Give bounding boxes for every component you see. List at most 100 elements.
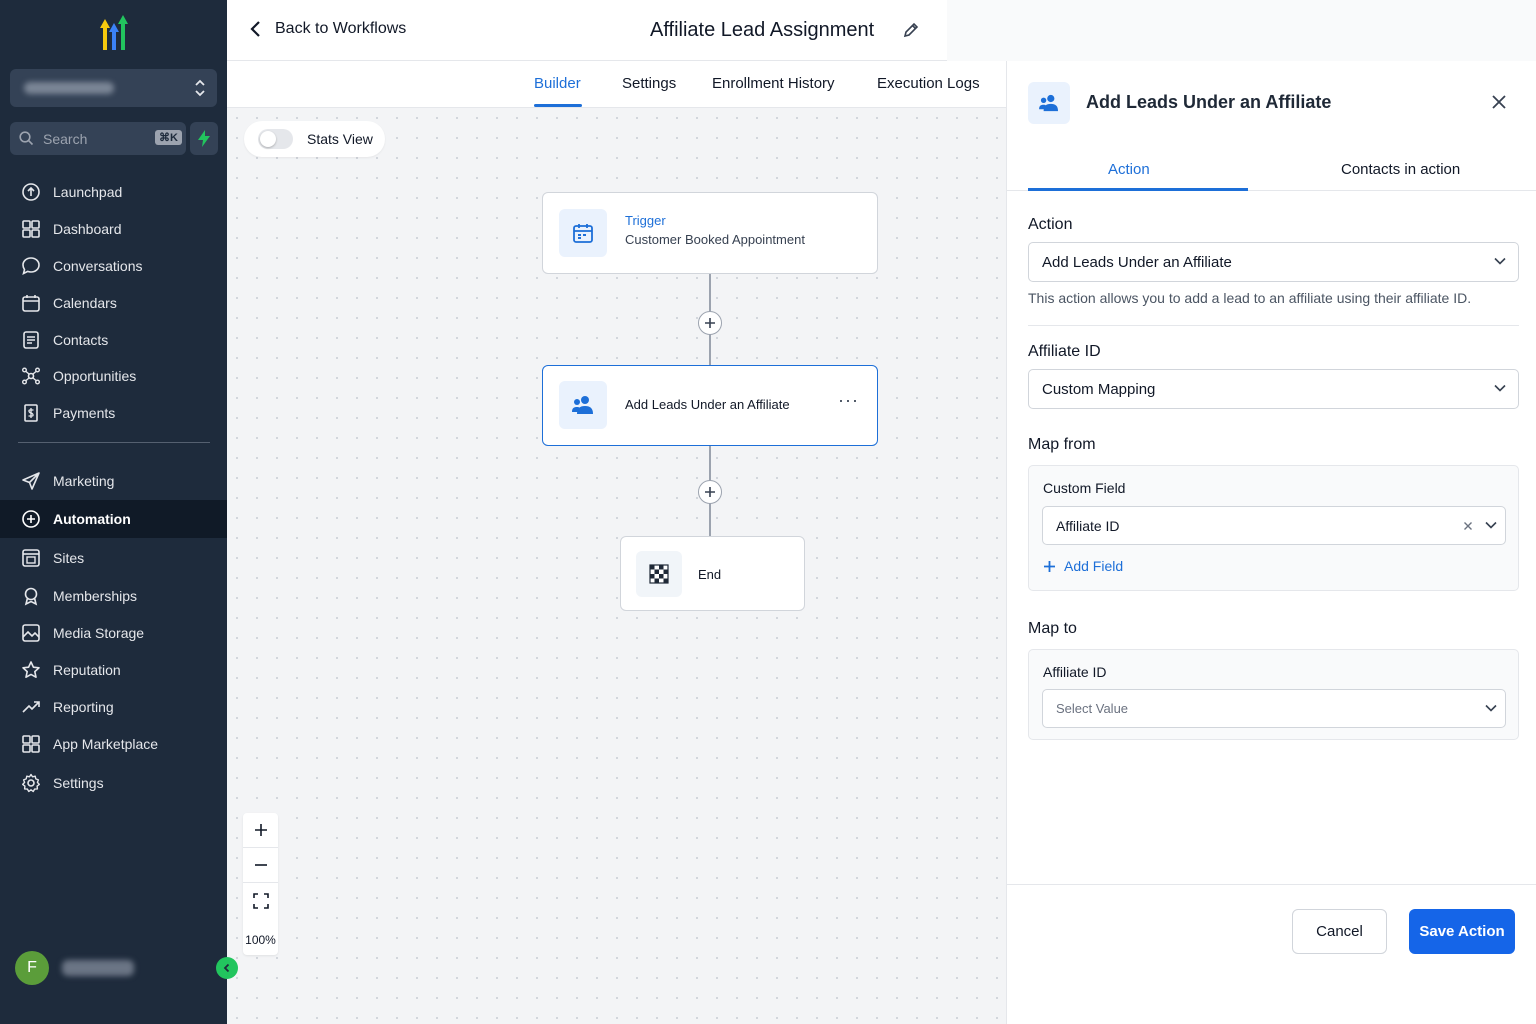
users-icon [559,381,607,429]
sidebar-item-label: Conversations [53,258,143,274]
action-node[interactable]: Add Leads Under an Affiliate ··· [542,365,878,446]
search-shortcut: ⌘K [155,130,182,145]
sidebar-item-memberships[interactable]: Memberships [0,577,227,615]
stats-view-label: Stats View [307,131,373,147]
map-to-select[interactable]: Select Value [1042,689,1506,728]
sidebar-item-media-storage[interactable]: Media Storage [0,614,227,652]
add-field-button[interactable]: Add Field [1043,558,1123,574]
active-tab-indicator [1028,188,1248,191]
tab-execution-logs[interactable]: Execution Logs [877,75,980,92]
sidebar-item-opportunities[interactable]: Opportunities [0,357,227,395]
tab-settings[interactable]: Settings [622,75,676,92]
quick-actions-button[interactable] [190,122,218,155]
sidebar-item-app-marketplace[interactable]: App Marketplace [0,725,227,763]
checkered-flag-icon [636,551,682,597]
minus-icon [254,864,267,866]
contacts-icon [23,331,39,349]
header: Back to Workflows Affiliate Lead Assignm… [227,0,947,61]
back-to-workflows-link[interactable]: Back to Workflows [249,20,406,38]
automation-icon [22,510,40,528]
plus-icon [254,824,267,836]
panel-title: Add Leads Under an Affiliate [1086,92,1332,112]
action-help-text: This action allows you to add a lead to … [1028,290,1472,306]
nav-divider [18,442,210,443]
tab-builder[interactable]: Builder [534,75,581,92]
launchpad-icon [22,183,40,201]
sidebar-item-reporting[interactable]: Reporting [0,688,227,726]
tab-action[interactable]: Action [1108,161,1150,178]
sidebar-item-launchpad[interactable]: Launchpad [0,173,227,211]
sidebar-item-reputation[interactable]: Reputation [0,651,227,689]
collapse-sidebar-button[interactable] [216,957,238,979]
account-switcher[interactable] [10,69,217,107]
image-icon [22,624,40,642]
map-to-box: Affiliate ID Select Value [1028,649,1519,740]
calendar-icon [559,209,607,257]
clear-icon[interactable] [1463,521,1473,531]
chevron-updown-icon [195,79,205,97]
trend-icon [22,701,40,713]
add-field-label: Add Field [1064,558,1124,574]
more-options-icon[interactable]: ··· [838,390,859,411]
action-select[interactable]: Add Leads Under an Affiliate [1028,242,1519,282]
gear-icon [22,773,40,793]
sidebar: Search ⌘K Launchpad Dashboard Conversation… [0,0,227,1024]
sidebar-item-label: Media Storage [53,625,145,641]
active-tab-indicator [534,104,582,107]
zoom-in-button[interactable] [243,813,278,848]
avatar[interactable]: F [15,951,49,985]
sidebar-item-label: Settings [53,775,104,791]
sidebar-item-conversations[interactable]: Conversations [0,247,227,285]
zoom-controls: 100% [243,813,278,955]
map-to-label: Map to [1028,620,1077,637]
sidebar-item-contacts[interactable]: Contacts [0,321,227,359]
sidebar-item-payments[interactable]: Payments [0,394,227,432]
sidebar-item-automation[interactable]: Automation [0,500,227,538]
fit-view-button[interactable] [243,883,278,918]
chevron-left-icon [223,963,230,973]
send-icon [22,472,40,490]
affiliate-id-select[interactable]: Custom Mapping [1028,369,1519,409]
badge-icon [24,587,38,606]
chevron-down-icon [1494,384,1506,392]
back-label: Back to Workflows [275,20,407,37]
end-node[interactable]: End [620,536,805,611]
sidebar-item-label: Contacts [53,332,109,348]
save-action-button[interactable]: Save Action [1409,909,1515,954]
sidebar-item-sites[interactable]: Sites [0,539,227,577]
calendar-icon [22,295,40,312]
sidebar-item-dashboard[interactable]: Dashboard [0,210,227,248]
dashboard-icon [22,220,40,238]
action-node-label: Add Leads Under an Affiliate [625,397,790,412]
app-logo[interactable] [94,14,134,52]
sidebar-item-label: Payments [53,405,116,421]
trigger-node[interactable]: Trigger Customer Booked Appointment [542,192,878,274]
header-strip [947,0,1536,61]
sidebar-item-calendars[interactable]: Calendars [0,284,227,322]
panel-tabs: Action Contacts in action [1007,147,1536,191]
chevron-down-icon [1494,257,1506,265]
sidebar-item-label: Opportunities [53,368,137,384]
cancel-button[interactable]: Cancel [1292,909,1387,954]
custom-field-select[interactable]: Affiliate ID [1042,506,1506,545]
toggle-switch[interactable] [258,129,293,149]
affiliate-id-label: Affiliate ID [1028,343,1101,360]
search-input[interactable]: Search ⌘K [10,122,186,155]
workflow-tabs: Builder Settings Enrollment History Exec… [227,61,1006,108]
tab-contacts-in-action[interactable]: Contacts in action [1341,161,1460,178]
account-name-redacted [24,82,114,94]
custom-field-label: Custom Field [1043,480,1126,496]
tab-enrollment-history[interactable]: Enrollment History [712,75,835,92]
sidebar-item-label: App Marketplace [53,736,159,752]
sidebar-item-marketing[interactable]: Marketing [0,462,227,500]
add-step-button[interactable] [698,311,722,335]
stats-view-toggle[interactable]: Stats View [244,121,385,157]
close-icon[interactable] [1491,94,1507,110]
zoom-out-button[interactable] [243,848,278,883]
sidebar-item-settings[interactable]: Settings [0,764,227,802]
plus-icon [1044,560,1055,572]
pencil-icon[interactable] [903,22,919,38]
add-step-button[interactable] [698,480,722,504]
action-label: Action [1028,216,1073,233]
search-icon [19,131,34,146]
